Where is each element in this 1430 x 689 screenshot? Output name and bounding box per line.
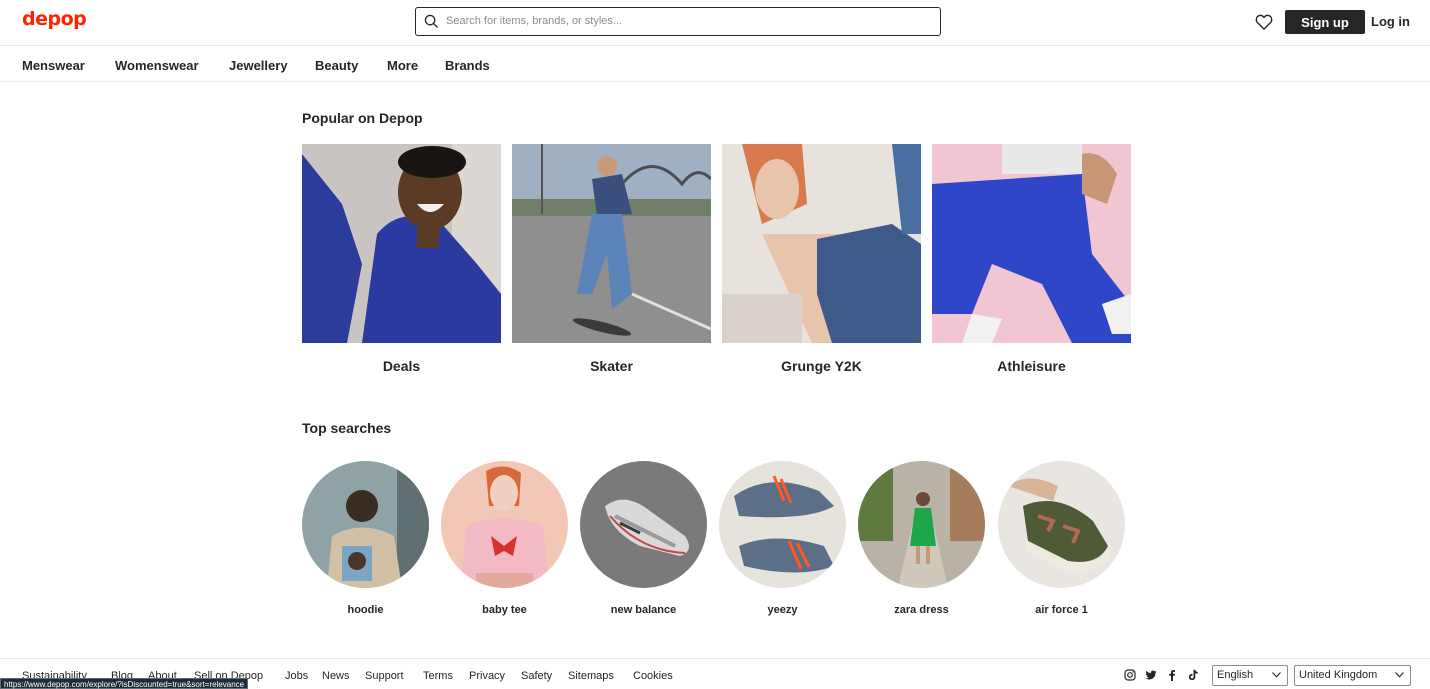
- chevron-down-icon: [1272, 672, 1281, 678]
- header: depop Sign up Log in: [0, 0, 1430, 46]
- footer-link-sitemaps[interactable]: Sitemaps: [568, 670, 614, 682]
- footer-link-cookies[interactable]: Cookies: [633, 670, 673, 682]
- top-search-label: baby tee: [482, 604, 527, 616]
- top-search-zara-dress[interactable]: [858, 461, 985, 588]
- signup-button[interactable]: Sign up: [1285, 10, 1365, 34]
- yeezy-image: [719, 461, 846, 588]
- nav-item-beauty[interactable]: Beauty: [315, 58, 358, 73]
- popular-tile-athleisure[interactable]: [932, 144, 1131, 343]
- popular-tile-label: Skater: [590, 358, 633, 374]
- footer-link-privacy[interactable]: Privacy: [469, 670, 505, 682]
- twitter-icon[interactable]: [1145, 669, 1157, 681]
- top-search-label: air force 1: [1035, 604, 1088, 616]
- country-select[interactable]: United Kingdom: [1294, 665, 1411, 686]
- popular-section-title: Popular on Depop: [302, 110, 423, 126]
- top-search-yeezy[interactable]: [719, 461, 846, 588]
- category-nav: Menswear Womenswear Jewellery Beauty Mor…: [0, 46, 1430, 82]
- depop-logo[interactable]: depop: [22, 8, 87, 30]
- new-balance-image: [580, 461, 707, 588]
- zara-dress-image: [858, 461, 985, 588]
- top-search-air-force-1[interactable]: [998, 461, 1125, 588]
- country-value: United Kingdom: [1299, 669, 1378, 681]
- top-search-label: zara dress: [894, 604, 949, 616]
- popular-tile-label: Deals: [382, 358, 421, 374]
- footer-link-jobs[interactable]: Jobs: [285, 670, 308, 682]
- popular-tile-label: Athleisure: [997, 358, 1066, 374]
- nav-item-brands[interactable]: Brands: [445, 58, 490, 73]
- top-search-label: new balance: [610, 604, 677, 616]
- popular-tile-deals[interactable]: [302, 144, 501, 343]
- top-search-label: hoodie: [347, 604, 384, 616]
- grunge-y2k-image: [722, 144, 921, 343]
- popular-tile-label: Grunge Y2K: [781, 358, 862, 374]
- hoodie-image: [302, 461, 429, 588]
- top-search-baby-tee[interactable]: [441, 461, 568, 588]
- search-icon: [424, 14, 439, 29]
- nav-item-jewellery[interactable]: Jewellery: [229, 58, 288, 73]
- status-bar-url: https://www.depop.com/explore/?isDiscoun…: [0, 678, 249, 689]
- top-search-hoodie[interactable]: [302, 461, 429, 588]
- athleisure-image: [932, 144, 1131, 343]
- deals-image: [302, 144, 501, 343]
- instagram-icon[interactable]: [1124, 669, 1136, 681]
- footer-link-news[interactable]: News: [322, 670, 350, 682]
- tiktok-icon[interactable]: [1187, 669, 1199, 681]
- baby-tee-image: [441, 461, 568, 588]
- nav-item-womenswear[interactable]: Womenswear: [115, 58, 199, 73]
- search-bar[interactable]: [415, 7, 941, 36]
- nav-item-more[interactable]: More: [387, 58, 418, 73]
- popular-tile-skater[interactable]: [512, 144, 711, 343]
- chevron-down-icon: [1395, 672, 1404, 678]
- footer-link-support[interactable]: Support: [365, 670, 404, 682]
- search-input[interactable]: [446, 11, 926, 31]
- popular-tile-grunge-y2k[interactable]: [722, 144, 921, 343]
- language-value: English: [1217, 669, 1254, 681]
- language-select[interactable]: English: [1212, 665, 1288, 686]
- footer-link-safety[interactable]: Safety: [521, 670, 552, 682]
- skater-image: [512, 144, 711, 343]
- facebook-icon[interactable]: [1166, 669, 1178, 681]
- air-force-1-image: [998, 461, 1125, 588]
- footer-link-terms[interactable]: Terms: [423, 670, 453, 682]
- login-link[interactable]: Log in: [1371, 14, 1410, 29]
- top-searches-title: Top searches: [302, 420, 392, 436]
- heart-icon[interactable]: [1254, 12, 1274, 32]
- nav-item-menswear[interactable]: Menswear: [22, 58, 85, 73]
- top-search-new-balance[interactable]: [580, 461, 707, 588]
- top-search-label: yeezy: [767, 604, 798, 616]
